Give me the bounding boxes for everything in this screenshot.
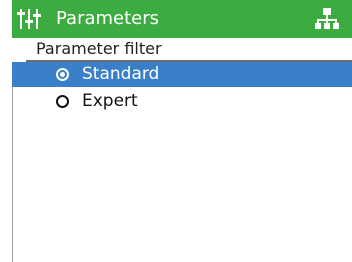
radio-unselected-icon[interactable] <box>56 95 69 108</box>
network-tree-icon[interactable] <box>314 6 340 32</box>
parameter-filter-label: Parameter filter <box>36 39 162 58</box>
header-title: Parameters <box>56 8 160 29</box>
option-expert[interactable]: Expert <box>12 89 352 114</box>
sliders-icon[interactable] <box>16 6 42 32</box>
radio-selected-icon[interactable] <box>56 68 69 81</box>
option-label: Expert <box>82 91 138 111</box>
parameters-screen: Parameters Parameter filter Standard Exp… <box>0 0 352 262</box>
option-standard[interactable]: Standard <box>12 62 352 87</box>
header-bar: Parameters <box>12 0 352 38</box>
option-label: Standard <box>82 64 160 84</box>
